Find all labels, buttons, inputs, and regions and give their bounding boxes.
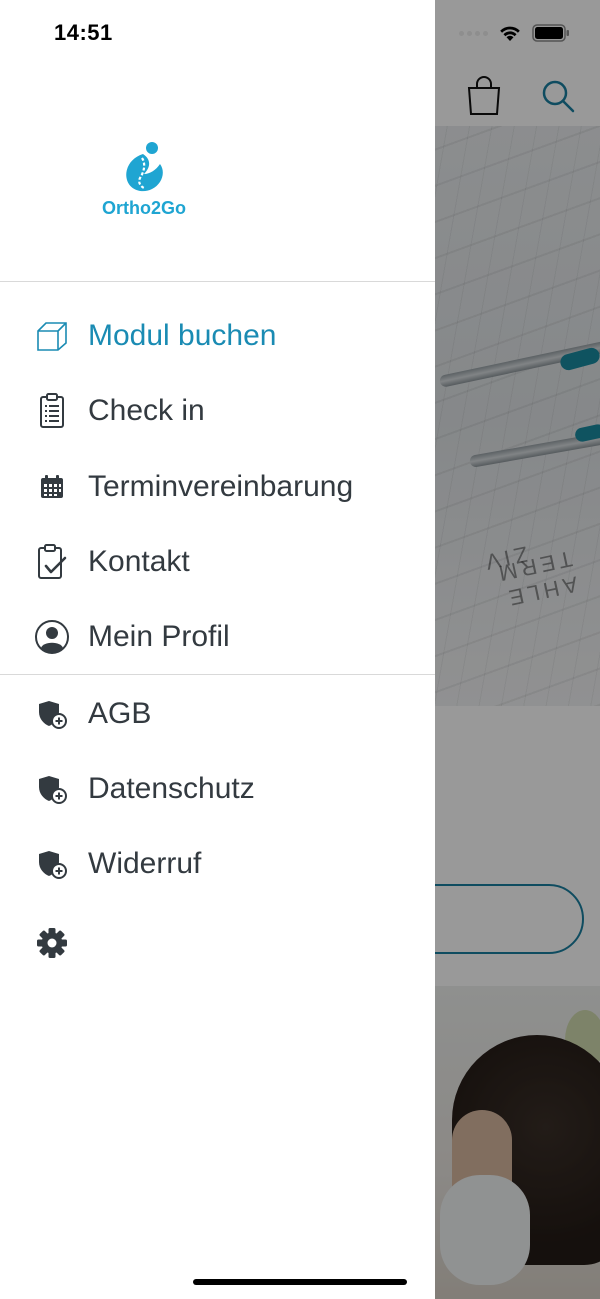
clipboard-check-icon [34, 544, 70, 580]
menu-item-mein-profil[interactable]: Mein Profil [0, 607, 435, 667]
logo-text: Ortho2Go [102, 198, 186, 218]
header-divider [0, 281, 435, 282]
menu-label: Terminvereinbarung [88, 470, 354, 503]
menu-item-agb[interactable]: AGB [0, 684, 435, 744]
menu-item-settings[interactable] [0, 913, 435, 973]
menu-label: AGB [88, 697, 152, 730]
box-icon [34, 318, 70, 354]
menu-label: Check in [88, 394, 205, 427]
section-divider [0, 674, 435, 675]
battery-icon [532, 24, 569, 42]
menu-item-datenschutz[interactable]: Datenschutz [0, 759, 435, 819]
menu-label: Modul buchen [88, 319, 277, 352]
menu-item-kontakt[interactable]: Kontakt [0, 532, 435, 592]
menu-label: Kontakt [88, 545, 190, 578]
home-indicator[interactable] [193, 1279, 407, 1285]
menu-item-widerruf[interactable]: Widerruf [0, 834, 435, 894]
status-indicators [459, 22, 570, 44]
menu-label: Widerruf [88, 847, 202, 880]
ortho2go-logo-icon [126, 142, 163, 192]
shield-plus-icon [34, 696, 70, 732]
menu-item-terminvereinbarung[interactable]: Terminvereinbarung [0, 457, 435, 517]
shield-plus-icon [34, 846, 70, 882]
gear-icon [34, 925, 70, 961]
menu-label: Datenschutz [88, 772, 255, 805]
menu-label: Mein Profil [88, 620, 230, 653]
calendar-icon [34, 469, 70, 505]
navigation-drawer: Ortho2Go Modul buchen Check in Terminver… [0, 0, 435, 1299]
menu-item-modul-buchen[interactable]: Modul buchen [0, 306, 435, 366]
cellular-signal-icon [459, 30, 488, 36]
wifi-icon [500, 26, 520, 41]
user-circle-icon [34, 619, 70, 655]
status-time: 14:51 [54, 20, 113, 45]
shield-plus-icon [34, 771, 70, 807]
app-logo: Ortho2Go [94, 140, 194, 222]
clipboard-list-icon [34, 393, 70, 429]
menu-item-check-in[interactable]: Check in [0, 381, 435, 441]
